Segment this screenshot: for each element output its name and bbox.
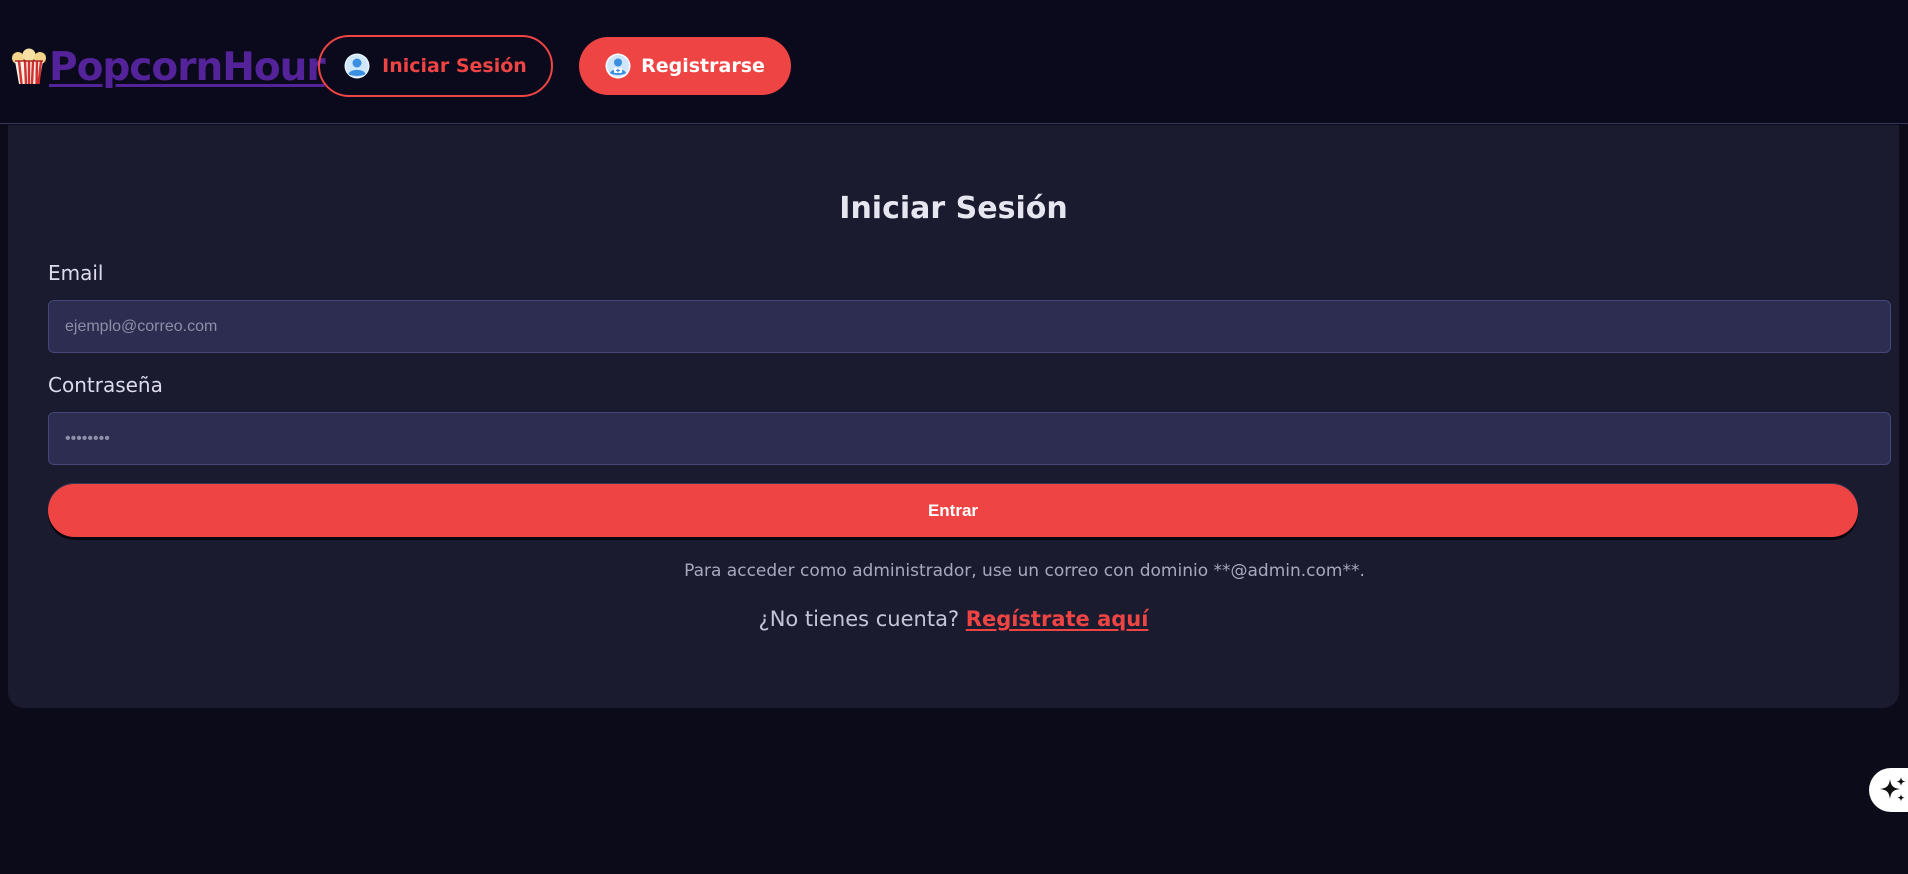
admin-note: Para acceder como administrador, use un …	[684, 561, 1365, 581]
submit-button[interactable]: Entrar	[48, 484, 1858, 537]
login-nav-button[interactable]: Iniciar Sesión	[318, 35, 553, 97]
logo-link[interactable]: PopcornHour	[10, 42, 326, 92]
user-icon	[344, 53, 370, 79]
top-navbar: PopcornHour Iniciar Sesión Registrarse	[0, 0, 1908, 124]
password-label: Contraseña	[48, 373, 163, 397]
no-account-text: ¿No tienes cuenta?	[758, 607, 960, 631]
assistant-fab[interactable]	[1869, 768, 1908, 812]
popcorn-icon	[12, 48, 46, 85]
login-nav-label: Iniciar Sesión	[382, 55, 527, 77]
register-nav-button[interactable]: Registrarse	[579, 37, 791, 95]
register-link[interactable]: Regístrate aquí	[966, 607, 1149, 631]
password-field[interactable]	[48, 412, 1891, 465]
logo-text: PopcornHour	[49, 44, 326, 90]
page: PopcornHour Iniciar Sesión Registrarse I…	[0, 0, 1908, 874]
register-nav-label: Registrarse	[641, 55, 765, 77]
email-label: Email	[48, 261, 104, 285]
page-title: Iniciar Sesión	[839, 191, 1068, 226]
login-card: Iniciar Sesión Email Contraseña Entrar P…	[8, 125, 1899, 708]
sparkle-icon	[1880, 777, 1906, 802]
user-add-icon	[605, 53, 631, 79]
signup-prompt: ¿No tienes cuenta? Regístrate aquí	[8, 607, 1899, 631]
email-field[interactable]	[48, 300, 1891, 353]
